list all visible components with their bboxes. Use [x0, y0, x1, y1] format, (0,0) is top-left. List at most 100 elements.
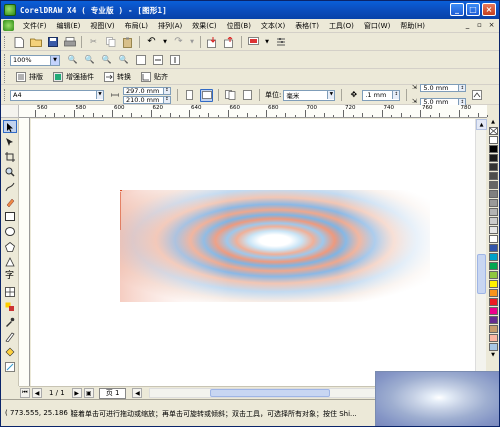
shape-tool-icon[interactable] [3, 135, 17, 148]
previous-page-icon[interactable]: ◀ [32, 388, 42, 398]
scroll-left-icon[interactable]: ◀ [132, 388, 143, 398]
menu-file[interactable]: 文件(F) [18, 21, 52, 31]
menu-help[interactable]: 帮助(H) [395, 21, 430, 31]
color-swatch[interactable] [488, 307, 498, 315]
color-swatch[interactable] [488, 235, 498, 243]
rectangle-tool-icon[interactable] [3, 210, 17, 223]
toolbar-grip[interactable] [4, 71, 7, 83]
chevron-down-icon[interactable]: ▼ [327, 90, 335, 99]
all-pages-icon[interactable] [224, 89, 237, 102]
smart-fill-tool-icon[interactable] [3, 195, 17, 208]
app-launcher-icon[interactable] [247, 36, 260, 49]
color-swatch[interactable] [488, 190, 498, 198]
color-swatch[interactable] [488, 145, 498, 153]
no-color-swatch[interactable] [488, 127, 498, 135]
vertical-ruler[interactable] [19, 118, 30, 386]
vertical-scrollbar[interactable]: ▲ ▼ [475, 119, 487, 386]
palette-scroll-up-icon[interactable]: ▲ [491, 119, 495, 127]
color-swatch[interactable] [488, 181, 498, 189]
table-tool-icon[interactable] [3, 285, 17, 298]
chevron-down-icon[interactable]: ▼ [96, 90, 103, 99]
crop-tool-icon[interactable] [3, 150, 17, 163]
coreldraw-app-icon[interactable] [4, 4, 16, 16]
horizontal-scroll-thumb[interactable] [210, 389, 331, 397]
color-swatch[interactable] [488, 163, 498, 171]
polygon-tool-icon[interactable] [3, 240, 17, 253]
interactive-fill-tool-icon[interactable] [3, 360, 17, 373]
color-swatch[interactable] [488, 253, 498, 261]
save-icon[interactable] [46, 36, 59, 49]
drawing-canvas[interactable] [31, 119, 485, 386]
color-swatch[interactable] [488, 154, 498, 162]
spinner-icon[interactable]: ↕ [458, 85, 466, 91]
redo-dropdown-icon[interactable]: ▼ [189, 36, 195, 49]
color-swatch[interactable] [488, 316, 498, 324]
toolbar-grip[interactable] [4, 36, 7, 48]
zoom-tool-icon[interactable] [3, 165, 17, 178]
vertical-scroll-thumb[interactable] [477, 254, 486, 294]
units-select[interactable]: 毫米 ▼ [283, 89, 336, 101]
page-tab[interactable]: 页 1 [98, 387, 127, 399]
zoom-selected-icon[interactable]: 🔍 [100, 54, 113, 67]
outline-tool-icon[interactable] [3, 330, 17, 343]
color-swatch[interactable] [488, 172, 498, 180]
menu-layout[interactable]: 布局(L) [120, 21, 153, 31]
zoom-width-icon[interactable] [151, 54, 164, 67]
color-swatch[interactable] [488, 217, 498, 225]
color-swatch[interactable] [488, 325, 498, 333]
scroll-up-icon[interactable]: ▲ [476, 119, 487, 130]
zoom-all-icon[interactable]: 🔍 [117, 54, 130, 67]
zoom-height-icon[interactable] [168, 54, 181, 67]
first-page-icon[interactable]: ⏮ [20, 388, 30, 398]
close-button[interactable]: × [482, 3, 496, 16]
options-icon[interactable] [274, 36, 287, 49]
color-swatch[interactable] [488, 208, 498, 216]
interactive-blend-tool-icon[interactable] [3, 300, 17, 313]
page-height-field[interactable]: 210.0 mm ↕ [123, 95, 171, 104]
toolbar-grip[interactable] [4, 54, 7, 66]
doc-restore-button[interactable]: ▫ [475, 21, 484, 30]
spinner-icon[interactable]: ↕ [163, 96, 170, 103]
launcher-dropdown-icon[interactable]: ▼ [264, 36, 270, 49]
color-swatch[interactable] [488, 280, 498, 288]
menu-edit[interactable]: 编辑(E) [52, 21, 86, 31]
export-icon[interactable] [223, 36, 236, 49]
duplicate-x-field[interactable]: 5.0 mm ↕ [420, 84, 467, 92]
freehand-tool-icon[interactable] [3, 180, 17, 193]
paper-size-select[interactable]: A4 ▼ [10, 89, 104, 101]
portrait-icon[interactable] [183, 89, 196, 102]
zoom-level-combo[interactable]: 100% ▼ [10, 54, 60, 66]
next-page-icon[interactable]: ▶ [71, 388, 82, 398]
current-page-icon[interactable] [241, 89, 254, 102]
doc-minimize-button[interactable]: _ [463, 21, 472, 30]
color-swatch[interactable] [488, 262, 498, 270]
doc-close-button[interactable]: × [487, 21, 496, 30]
zoom-out-icon[interactable]: 🔍 [83, 54, 96, 67]
color-swatch[interactable] [488, 298, 498, 306]
document-icon[interactable] [3, 20, 14, 31]
landscape-icon[interactable] [200, 88, 213, 102]
zoom-page-icon[interactable] [134, 54, 147, 67]
menu-table[interactable]: 表格(T) [290, 21, 324, 31]
toolbar-grip[interactable] [4, 89, 7, 101]
new-icon[interactable] [12, 36, 25, 49]
import-icon[interactable] [206, 36, 219, 49]
menu-view[interactable]: 视图(V) [85, 21, 119, 31]
eyedropper-tool-icon[interactable] [3, 315, 17, 328]
menu-text[interactable]: 文本(X) [256, 21, 290, 31]
color-swatch[interactable] [488, 244, 498, 252]
minimize-button[interactable]: _ [450, 3, 464, 16]
ellipse-tool-icon[interactable] [3, 225, 17, 238]
spinner-icon[interactable]: ↕ [392, 90, 400, 99]
menu-arrange[interactable]: 排列(A) [153, 21, 187, 31]
open-icon[interactable] [29, 36, 42, 49]
print-icon[interactable] [63, 36, 76, 49]
add-page-icon[interactable]: ▣ [83, 388, 94, 398]
cut-icon[interactable]: ✂ [87, 36, 100, 49]
snap-button[interactable]: 贴齐 [135, 71, 172, 84]
plugin-button[interactable]: 增强插件 [47, 71, 98, 84]
maximize-button[interactable]: □ [466, 3, 480, 16]
undo-dropdown-icon[interactable]: ▼ [162, 36, 168, 49]
zoom-in-icon[interactable]: 🔍 [66, 54, 79, 67]
menu-tools[interactable]: 工具(O) [324, 21, 359, 31]
